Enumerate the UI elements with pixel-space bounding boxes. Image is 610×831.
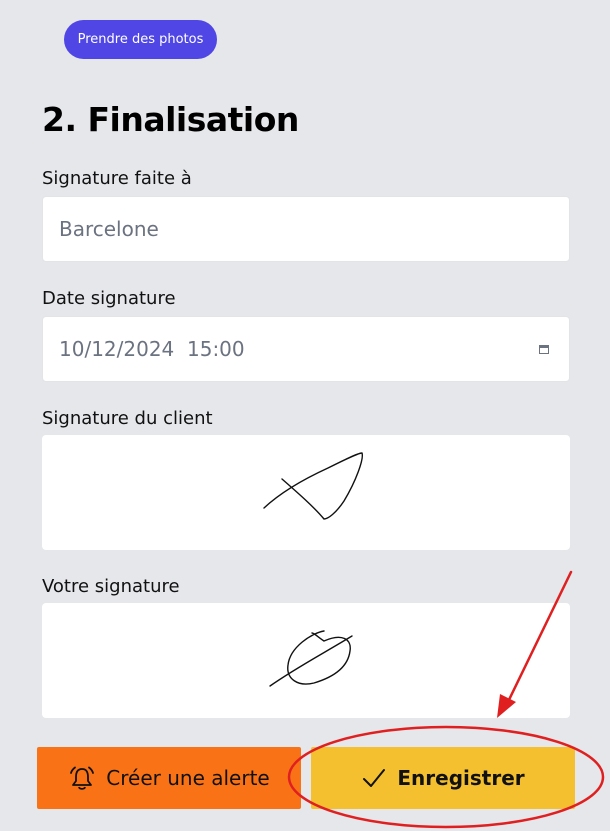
signature-date-label: Date signature <box>42 288 176 309</box>
signature-place-value: Barcelone <box>59 217 159 241</box>
section-title: 2. Finalisation <box>42 100 299 139</box>
calendar-icon[interactable] <box>539 344 549 354</box>
client-signature-drawing <box>263 452 363 520</box>
checkmark-icon <box>361 767 387 789</box>
signature-place-label: Signature faite à <box>42 168 192 189</box>
create-alert-button[interactable]: Créer une alerte <box>37 747 301 809</box>
take-photos-button[interactable]: Prendre des photos <box>64 20 217 59</box>
your-signature-drawing <box>269 630 353 687</box>
your-signature-pad[interactable] <box>42 603 570 718</box>
create-alert-label: Créer une alerte <box>106 766 270 790</box>
client-signature-label: Signature du client <box>42 408 213 429</box>
signature-date-field[interactable]: 10/12/2024 15:00 <box>42 316 570 382</box>
save-button[interactable]: Enregistrer <box>311 747 575 809</box>
signature-date-value: 10/12/2024 15:00 <box>59 337 245 361</box>
client-signature-pad[interactable] <box>42 435 570 550</box>
your-signature-label: Votre signature <box>42 576 180 597</box>
signature-place-field[interactable]: Barcelone <box>42 196 570 262</box>
save-label: Enregistrer <box>397 766 525 790</box>
bell-icon <box>68 764 96 792</box>
